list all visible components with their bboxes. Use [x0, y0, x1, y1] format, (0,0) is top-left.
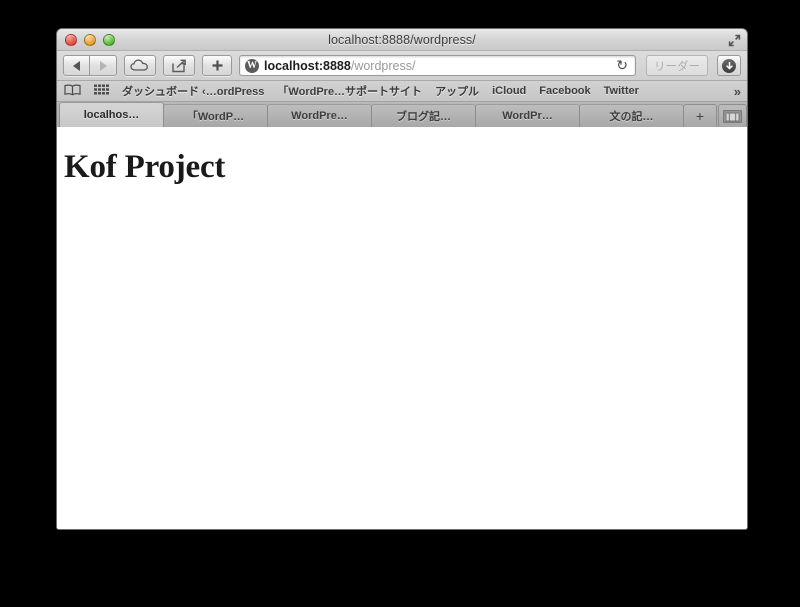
show-all-tabs-icon[interactable]	[718, 104, 747, 127]
tab-wordpress-1[interactable]: 「WordP…	[163, 104, 268, 127]
bookmark-dashboard[interactable]: ダッシュボード ‹…ordPress	[122, 83, 264, 99]
wordpress-favicon: W	[245, 58, 259, 73]
bookmarks-overflow-chevron-icon[interactable]: »	[734, 84, 741, 99]
downloads-arrow-icon	[722, 58, 736, 73]
fullscreen-expand-icon[interactable]	[726, 32, 742, 48]
minimize-window-button[interactable]	[84, 33, 96, 46]
share-icon[interactable]	[163, 55, 195, 76]
close-window-button[interactable]	[65, 33, 77, 46]
bookmark-icloud[interactable]: iCloud	[492, 85, 526, 97]
bookmark-facebook[interactable]: Facebook	[539, 85, 590, 97]
tab-wordpress-2[interactable]: WordPre…	[267, 104, 372, 127]
title-bar[interactable]: localhost:8888/wordpress/	[57, 29, 747, 51]
open-book-icon[interactable]	[64, 84, 81, 99]
url-path: /wordpress/	[350, 58, 416, 73]
tab-text-article[interactable]: 文の記…	[579, 104, 684, 127]
page-title: Kof Project	[64, 149, 226, 185]
forward-arrow-icon[interactable]	[90, 55, 117, 76]
bookmark-twitter[interactable]: Twitter	[604, 85, 639, 97]
reload-icon[interactable]: ↻	[613, 57, 631, 74]
icloud-tabs-icon[interactable]	[124, 55, 156, 76]
navigation-buttons	[63, 55, 117, 76]
bookmark-apple[interactable]: アップル	[435, 83, 479, 99]
url-text: localhost:8888/wordpress/	[264, 59, 415, 73]
address-bar[interactable]: W localhost:8888/wordpress/ ↻	[239, 55, 636, 76]
add-bookmark-button[interactable]	[202, 55, 232, 76]
reader-button[interactable]: リーダー	[646, 55, 708, 76]
bookmarks-bar: ダッシュボード ‹…ordPress 「WordPre…サポートサイト アップル…	[57, 81, 747, 102]
downloads-button[interactable]	[717, 55, 741, 76]
browser-toolbar: W localhost:8888/wordpress/ ↻ リーダー	[57, 51, 747, 81]
window-title: localhost:8888/wordpress/	[328, 32, 476, 47]
tab-blog-article[interactable]: ブログ記…	[371, 104, 476, 127]
tab-localhost[interactable]: localhos…	[59, 102, 164, 127]
tab-bar: localhos… 「WordP… WordPre… ブログ記… WordPr……	[57, 102, 747, 127]
new-tab-button[interactable]: +	[683, 104, 717, 127]
back-arrow-icon[interactable]	[63, 55, 90, 76]
browser-window: localhost:8888/wordpress/ W localhost:88…	[56, 28, 748, 530]
bookmark-wordpress-support[interactable]: 「WordPre…サポートサイト	[277, 83, 422, 99]
window-controls	[57, 33, 115, 46]
maximize-window-button[interactable]	[103, 33, 115, 46]
tab-wordpress-3[interactable]: WordPr…	[475, 104, 580, 127]
url-host: localhost:8888	[264, 58, 351, 73]
grid-icon[interactable]	[94, 84, 109, 99]
page-content: Kof Project	[57, 127, 747, 529]
